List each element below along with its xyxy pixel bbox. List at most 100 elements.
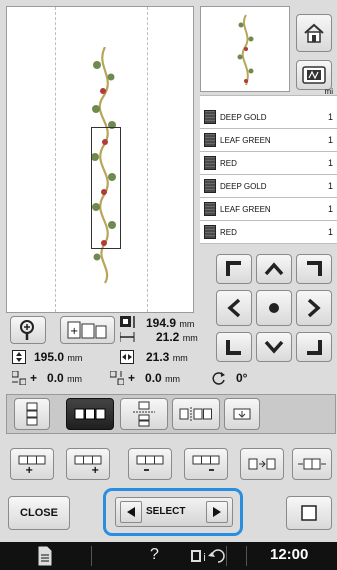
chevron-left-icon	[227, 298, 241, 318]
thread-name: LEAF GREEN	[220, 204, 271, 214]
frame-icon	[302, 66, 326, 84]
thread-spool-icon	[204, 225, 216, 239]
thread-spool-icon	[204, 202, 216, 216]
offset-x-icon	[12, 371, 26, 385]
thread-color-list[interactable]: mi DEEP GOLD 1 LEAF GREEN 1 RED 1 DEEP GOLD…	[200, 87, 337, 244]
decrease-spacing-right-button[interactable]	[184, 448, 228, 480]
center-dot-icon	[269, 303, 279, 313]
move-down-left-button[interactable]	[216, 332, 252, 362]
move-up-button[interactable]	[256, 254, 292, 284]
thread-row[interactable]: LEAF GREEN 1	[200, 129, 337, 152]
thread-row[interactable]: DEEP GOLD 1	[200, 175, 337, 198]
horizontal-layout-icon	[74, 408, 106, 420]
status-divider	[246, 546, 247, 566]
empty-square-button[interactable]	[286, 496, 332, 530]
corner-up-right-icon	[307, 261, 322, 276]
thread-row[interactable]: LEAF GREEN 1	[200, 198, 337, 221]
thread-count: 1	[327, 204, 333, 214]
selection-frame	[91, 127, 121, 249]
center-button[interactable]	[256, 290, 292, 326]
move-down-right-button[interactable]	[296, 332, 332, 362]
frame-display-icon: +	[67, 321, 106, 339]
spacing-plus-right-icon: +	[74, 455, 102, 474]
svg-text:i: i	[203, 551, 206, 564]
spacing-minus-left-icon	[136, 455, 164, 471]
spacing-minus-right-icon	[192, 455, 220, 471]
svg-text:+: +	[70, 326, 78, 337]
move-up-right-button[interactable]	[296, 254, 332, 284]
embroidery-frame-button[interactable]	[296, 60, 332, 90]
select-previous-button[interactable]	[120, 501, 142, 523]
thread-row[interactable]: DEEP GOLD 1	[200, 106, 337, 129]
thread-count: 1	[327, 181, 333, 191]
layout-horizontal-button[interactable]	[66, 398, 114, 430]
select-control[interactable]: SELECT	[115, 497, 233, 527]
square-icon	[301, 505, 317, 521]
pattern-height-unit: mm	[179, 319, 195, 329]
thumbnail-pattern	[237, 14, 254, 86]
magnifier-icon	[20, 320, 34, 340]
offset-x-value: 0.0	[47, 371, 64, 385]
spacing-plus-left-icon: +	[18, 455, 46, 474]
offset-y-unit: mm	[165, 374, 181, 384]
home-button[interactable]	[296, 14, 332, 52]
close-button-label: CLOSE	[20, 507, 58, 519]
thread-spool-icon	[204, 179, 216, 193]
add-pattern-icon	[298, 458, 326, 470]
layout-horizontal-spacing-button[interactable]	[172, 398, 220, 430]
offset-y-icon	[110, 371, 124, 385]
decrease-spacing-left-button[interactable]	[128, 448, 172, 480]
thread-spool-icon	[204, 110, 216, 124]
thread-spool-icon	[204, 133, 216, 147]
triangle-left-icon	[127, 507, 135, 517]
total-height-unit: mm	[67, 353, 83, 363]
pattern-width-value: 21.2	[156, 330, 180, 344]
layout-single-button[interactable]	[224, 398, 260, 430]
thread-row[interactable]: RED 1	[200, 221, 337, 244]
frame-pattern-button[interactable]: +	[60, 316, 115, 344]
increase-spacing-right-button[interactable]: +	[66, 448, 110, 480]
close-button[interactable]: CLOSE	[8, 496, 70, 530]
corner-down-left-icon	[226, 340, 241, 355]
vertical-layout-icon	[26, 402, 38, 426]
document-icon[interactable]	[38, 546, 52, 566]
add-pattern-button[interactable]	[292, 448, 332, 480]
layout-mode-bar	[6, 394, 336, 434]
rotation-value: 0°	[236, 371, 248, 385]
select-next-button[interactable]	[206, 501, 228, 523]
corner-down-right-icon	[307, 340, 322, 355]
svg-text:+: +	[91, 465, 99, 474]
svg-text:+: +	[25, 465, 33, 474]
move-up-left-button[interactable]	[216, 254, 252, 284]
total-width-icon	[120, 350, 134, 364]
pattern-thumbnail	[200, 6, 290, 92]
thread-change-icon[interactable]: i	[190, 547, 232, 565]
triangle-right-icon	[213, 507, 221, 517]
chevron-down-icon	[264, 340, 284, 354]
help-button[interactable]: ?	[150, 546, 159, 564]
status-bar: ? i 12:00	[0, 542, 337, 570]
vertical-spacing-icon	[133, 401, 155, 427]
thread-name: DEEP GOLD	[220, 181, 267, 191]
clock: 12:00	[270, 546, 309, 563]
offset-y-sign: +	[128, 371, 136, 385]
total-height-value: 195.0	[34, 350, 65, 364]
offset-y-value: 0.0	[145, 371, 162, 385]
layout-vertical-button[interactable]	[14, 398, 50, 430]
embroidery-preview[interactable]	[6, 6, 194, 313]
single-pattern-icon	[233, 408, 251, 420]
move-down-button[interactable]	[256, 332, 292, 362]
move-pattern-button[interactable]	[240, 448, 284, 480]
move-left-button[interactable]	[216, 290, 252, 326]
thread-count: 1	[327, 112, 333, 122]
total-width-value: 21.3	[146, 350, 170, 364]
increase-spacing-left-button[interactable]: +	[10, 448, 54, 480]
layout-vertical-spacing-button[interactable]	[120, 398, 168, 430]
move-right-button[interactable]	[296, 290, 332, 326]
thread-count: 1	[327, 227, 333, 237]
pattern-width-unit: mm	[182, 333, 198, 343]
zoom-button[interactable]	[10, 316, 46, 344]
thread-row[interactable]: RED 1	[200, 152, 337, 175]
chevron-up-icon	[264, 262, 284, 276]
offset-x-sign: +	[30, 371, 38, 385]
